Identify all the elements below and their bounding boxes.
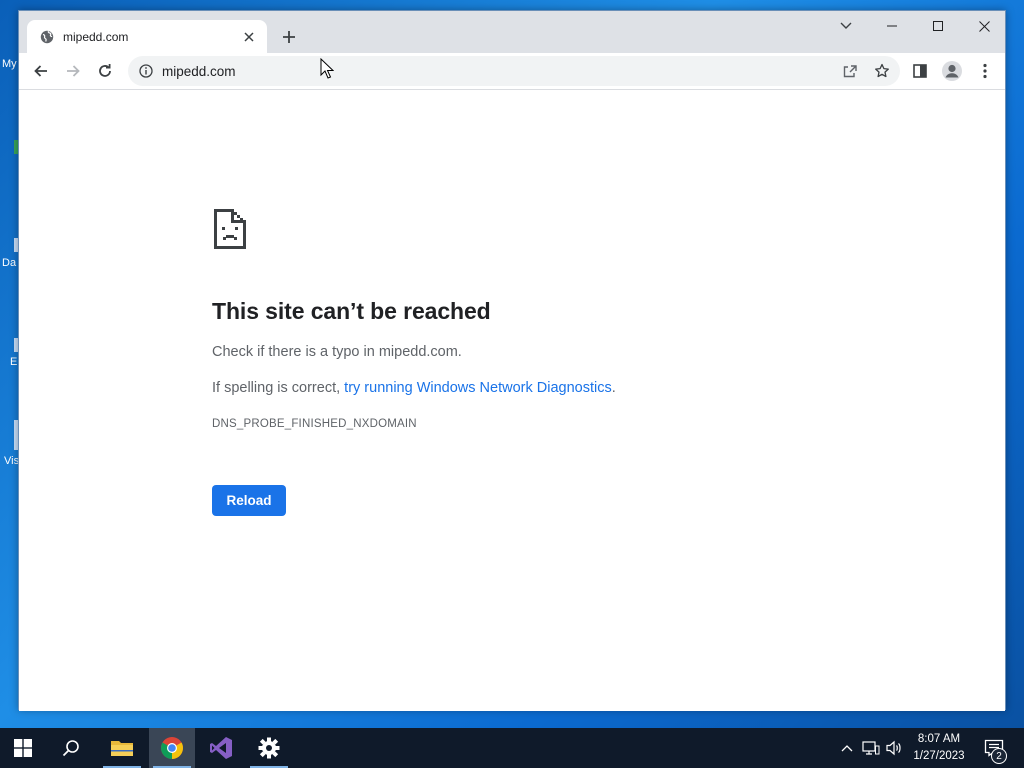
file-explorer-button[interactable]	[99, 728, 145, 768]
volume-button[interactable]	[883, 728, 905, 768]
profile-avatar-icon	[942, 61, 962, 81]
diagnostics-suffix: .	[611, 380, 616, 396]
error-container: This site can’t be reached Check if ther…	[212, 207, 812, 516]
error-title: This site can’t be reached	[212, 298, 491, 324]
taskbar: 8:07 AM 1/27/2023	[0, 728, 1024, 768]
minimize-icon	[887, 25, 897, 27]
chrome-icon	[161, 737, 183, 759]
search-icon	[62, 740, 79, 757]
start-button[interactable]	[0, 728, 46, 768]
error-message-typo: Check if there is a typo in mipedd.com.	[212, 344, 462, 360]
sad-document-icon	[214, 209, 246, 249]
bookmark-star-icon[interactable]	[870, 59, 894, 83]
reload-button[interactable]: Reload	[212, 485, 286, 516]
arrow-right-icon	[67, 65, 80, 77]
menu-button[interactable]	[971, 57, 999, 85]
tab-search-button[interactable]	[823, 11, 869, 41]
visual-studio-icon	[210, 737, 232, 759]
settings-button[interactable]	[246, 728, 292, 768]
more-vert-icon	[983, 63, 987, 79]
desktop-icon-label[interactable]: My	[2, 58, 18, 70]
share-icon[interactable]	[838, 59, 862, 83]
minimize-button[interactable]	[869, 11, 915, 41]
side-panel-button[interactable]	[906, 57, 934, 85]
close-icon[interactable]	[241, 29, 257, 45]
notification-count-badge: 2	[991, 748, 1007, 764]
tab-title: mipedd.com	[63, 29, 129, 44]
visual-studio-button[interactable]	[198, 728, 244, 768]
back-button[interactable]	[27, 57, 55, 85]
desktop-icon-label[interactable]: Da	[2, 257, 18, 269]
profile-button[interactable]	[938, 57, 966, 85]
folder-icon	[111, 741, 133, 756]
windows-logo-icon	[14, 739, 32, 757]
diagnostics-prefix: If spelling is correct,	[212, 380, 345, 396]
notification-count: 2	[996, 750, 1002, 762]
new-tab-button[interactable]	[277, 25, 301, 49]
maximize-icon	[933, 21, 943, 31]
error-message-diagnostics: If spelling is correct, try running Wind…	[212, 380, 812, 396]
reload-toolbar-button[interactable]	[91, 57, 119, 85]
address-bar[interactable]: mipedd.com	[128, 56, 900, 86]
info-icon[interactable]	[138, 63, 154, 79]
globe-icon	[39, 29, 55, 45]
taskbar-clock[interactable]: 8:07 AM 1/27/2023	[906, 731, 972, 765]
refresh-icon	[99, 64, 111, 77]
plus-icon	[283, 31, 295, 43]
side-panel-icon	[913, 64, 927, 78]
clock-date: 1/27/2023	[913, 750, 965, 762]
close-icon	[978, 20, 990, 32]
chevron-up-icon	[841, 745, 853, 752]
network-button[interactable]	[860, 728, 882, 768]
gear-icon	[258, 737, 280, 759]
maximize-button[interactable]	[915, 11, 961, 41]
browser-toolbar: mipedd.com	[19, 53, 1005, 90]
browser-window: mipedd.com mipedd.com This site can’t be…	[18, 10, 1006, 711]
chrome-button[interactable]	[149, 728, 195, 768]
desktop-icons: My Da E Vis	[0, 0, 19, 728]
mouse-cursor-icon	[320, 58, 334, 79]
page-content: This site can’t be reached Check if ther…	[19, 91, 1005, 711]
arrow-left-icon	[34, 65, 47, 77]
browser-tab[interactable]: mipedd.com	[27, 20, 267, 53]
network-diagnostics-link[interactable]: try running Windows Network Diagnostics	[344, 380, 612, 396]
search-button[interactable]	[48, 728, 94, 768]
speaker-icon	[886, 740, 901, 756]
clock-time: 8:07 AM	[917, 733, 961, 745]
tray-overflow-button[interactable]	[836, 728, 858, 768]
network-icon	[862, 741, 880, 755]
chevron-down-icon	[840, 22, 852, 29]
forward-button[interactable]	[59, 57, 87, 85]
tab-strip: mipedd.com	[19, 11, 1005, 53]
address-url[interactable]: mipedd.com	[162, 64, 236, 79]
error-code: DNS_PROBE_FINISHED_NXDOMAIN	[212, 418, 417, 430]
window-close-button[interactable]	[961, 11, 1007, 41]
